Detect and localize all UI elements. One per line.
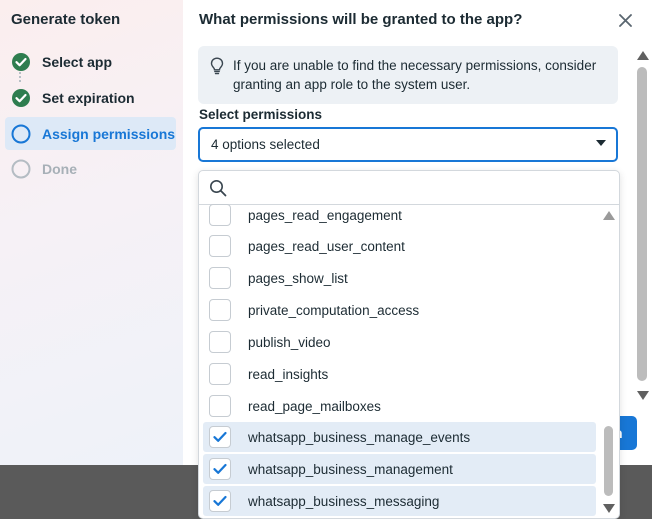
search-icon: [209, 179, 227, 202]
permission-option[interactable]: read_insights: [203, 359, 596, 389]
checkmark-icon: [213, 463, 227, 474]
scroll-down-arrow-icon[interactable]: [637, 391, 649, 400]
permission-option[interactable]: whatsapp_business_messaging: [203, 486, 596, 516]
step-label: Done: [42, 160, 77, 177]
permission-checkbox[interactable]: [209, 458, 231, 480]
permission-checkbox[interactable]: [209, 235, 231, 257]
active-step-circle-icon: [11, 124, 31, 144]
info-banner: If you are unable to find the necessary …: [198, 46, 618, 104]
permissions-select[interactable]: 4 options selected: [198, 127, 618, 162]
lightbulb-icon: [210, 57, 224, 80]
permission-option[interactable]: whatsapp_business_manage_events: [203, 422, 596, 452]
scrollbar-thumb[interactable]: [604, 426, 613, 496]
permission-checkbox[interactable]: [209, 267, 231, 289]
step-label: Select app: [42, 53, 113, 70]
step-assign-permissions[interactable]: Assign permissions: [5, 117, 176, 150]
step-label: Set expiration: [42, 89, 135, 106]
permission-option[interactable]: read_page_mailboxes: [203, 391, 596, 421]
select-value: 4 options selected: [211, 137, 320, 152]
select-permissions-label: Select permissions: [199, 107, 323, 122]
permission-option[interactable]: pages_read_engagement: [203, 200, 596, 230]
permission-option[interactable]: pages_read_user_content: [203, 231, 596, 261]
check-circle-icon: [11, 52, 31, 72]
dialog-scrollbar[interactable]: [636, 46, 650, 404]
permission-checkbox[interactable]: [209, 331, 231, 353]
permission-checkbox[interactable]: [209, 490, 231, 512]
step-done: Done: [5, 152, 176, 185]
wizard-title: Generate token: [11, 11, 121, 28]
permission-option[interactable]: pages_show_list: [203, 263, 596, 293]
step-set-expiration[interactable]: Set expiration: [5, 81, 176, 114]
checkmark-icon: [213, 431, 227, 442]
dropdown-scrollbar[interactable]: [602, 204, 616, 518]
permission-option-label: whatsapp_business_manage_events: [248, 429, 471, 445]
permission-checkbox[interactable]: [209, 426, 231, 448]
permission-option-label: pages_read_engagement: [248, 207, 402, 223]
permission-option-label: read_page_mailboxes: [248, 398, 381, 414]
permission-checkbox[interactable]: [209, 395, 231, 417]
checkmark-icon: [213, 495, 227, 506]
permission-option-label: whatsapp_business_messaging: [248, 493, 440, 509]
wizard-sidebar: Generate token Select app Set expiration…: [0, 0, 183, 465]
close-icon: [618, 13, 632, 27]
close-button[interactable]: [616, 11, 634, 29]
dialog-title: What permissions will be granted to the …: [199, 11, 523, 28]
info-text: If you are unable to find the necessary …: [233, 58, 597, 92]
permission-option[interactable]: private_computation_access: [203, 295, 596, 325]
permission-option[interactable]: publish_video: [203, 327, 596, 357]
permissions-dropdown: pages_read_engagement pages_read_user_con…: [198, 170, 620, 519]
pending-step-circle-icon: [11, 159, 31, 179]
permission-option[interactable]: whatsapp_business_management: [203, 454, 596, 484]
permission-option-label: read_insights: [248, 366, 329, 382]
permission-option-label: pages_show_list: [248, 270, 348, 286]
permission-checkbox[interactable]: [209, 363, 231, 385]
scrollbar-thumb[interactable]: [637, 67, 647, 381]
scroll-up-arrow-icon[interactable]: [603, 211, 615, 220]
permission-option-label: private_computation_access: [248, 302, 420, 318]
scroll-up-arrow-icon[interactable]: [637, 51, 649, 60]
check-circle-icon: [11, 88, 31, 108]
step-select-app[interactable]: Select app: [5, 45, 176, 78]
permission-option-label: whatsapp_business_management: [248, 461, 453, 477]
permission-option-label: pages_read_user_content: [248, 238, 405, 254]
permission-option-label: publish_video: [248, 334, 331, 350]
permission-checkbox[interactable]: [209, 299, 231, 321]
caret-down-icon: [596, 140, 606, 146]
scroll-down-arrow-icon[interactable]: [603, 504, 615, 513]
step-label: Assign permissions: [42, 125, 176, 142]
permission-checkbox[interactable]: [209, 204, 231, 226]
